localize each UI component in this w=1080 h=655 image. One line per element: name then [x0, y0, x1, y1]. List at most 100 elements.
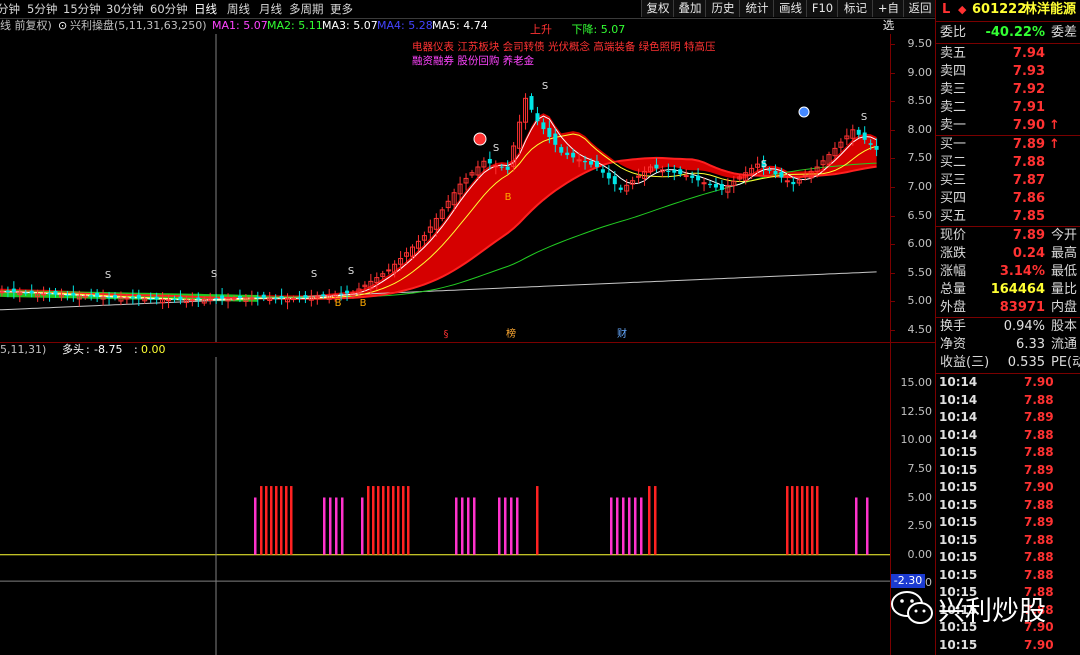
ask-price: 7.90	[1012, 118, 1045, 133]
toolbar-button-5[interactable]: F10	[806, 0, 838, 17]
sub-tick-3: 7.50	[907, 461, 933, 475]
candle-body	[255, 296, 260, 299]
sell-marker: S	[311, 269, 317, 280]
candle-body	[29, 290, 34, 294]
period-label: 线 前复权)	[0, 19, 52, 32]
period-toolbar: 分钟 5分钟 15分钟 30分钟 60分钟 日线 周线 月线 多周期 更多 复权 叠加 历史 统计 画线 F1…	[0, 0, 936, 32]
tick-time: 10:15	[939, 515, 978, 529]
tick-time: 10:14	[939, 392, 978, 407]
candle-body	[505, 166, 510, 170]
formula-name[interactable]: 兴利操盘(5,11,31,63,250)	[70, 18, 207, 34]
sub-value: -8.75	[94, 343, 123, 356]
candle-body	[214, 297, 219, 299]
period-tab-3[interactable]: 30分钟	[106, 1, 144, 17]
period-tab-7[interactable]: 月线	[259, 1, 282, 17]
candle-body	[172, 298, 177, 301]
sub-value2: 0.00	[141, 343, 166, 356]
signal-bar	[341, 497, 344, 555]
buy-marker: B	[335, 298, 342, 309]
ma-value-5: MA5: 4.74	[432, 19, 488, 32]
candle-body	[606, 172, 611, 179]
candle-body	[386, 269, 392, 272]
period-tab-8[interactable]: 多周期	[289, 1, 324, 17]
stat-label: 总量	[940, 282, 967, 297]
candle-body	[784, 180, 790, 183]
sub-indicator-chart[interactable]	[0, 357, 890, 655]
candle-body	[89, 295, 94, 297]
signal-bar	[806, 486, 809, 555]
stat-row-2: 涨幅 3.14% 最低	[936, 263, 1080, 281]
watermark-text: 兴利炒股	[938, 596, 1046, 627]
candle-body	[107, 297, 112, 299]
tick-time: 10:15	[939, 462, 978, 477]
signal-bar	[648, 486, 651, 555]
stat-value: 164464	[990, 282, 1045, 297]
stat2-ext-label: 流通	[1051, 337, 1078, 352]
tick-time: 10:15	[939, 550, 978, 564]
candle-body	[672, 170, 677, 173]
signal-bar	[397, 486, 400, 555]
tick-time: 10:14	[939, 375, 978, 389]
trend-band	[0, 113, 877, 299]
signal-bar	[260, 486, 263, 555]
chevron-down-icon[interactable]: ⊙	[58, 18, 67, 34]
sub-tick-6: 0.00	[907, 547, 933, 561]
stat-ext-label: 最高	[1051, 246, 1078, 261]
candle-body	[559, 147, 564, 153]
wei-bi-row: 委比 -40.22% 委差	[940, 25, 1078, 40]
stat-ext-label: 量比	[1051, 282, 1078, 297]
period-tab-0[interactable]: 分钟	[0, 1, 20, 17]
candle-body	[53, 290, 58, 295]
toolbar-button-8[interactable]: 返回	[903, 0, 936, 17]
period-tab-4[interactable]: 60分钟	[150, 1, 188, 17]
toolbar-button-0[interactable]: 复权	[641, 0, 674, 17]
candle-body	[339, 293, 344, 295]
sub-indicator-canvas	[0, 357, 890, 655]
buy-marker: B	[360, 298, 367, 309]
tick-time: 10:15	[939, 532, 978, 547]
bid-row-5: 买五 7.85	[936, 208, 1080, 226]
period-tab-5[interactable]: 日线	[194, 1, 217, 17]
period-tab-1[interactable]: 5分钟	[27, 1, 57, 17]
tick-row: 10:14 7.88	[936, 427, 1080, 445]
signal-bar	[504, 497, 507, 555]
stat2-row-2: 收益(三) 0.535 PE(动	[936, 354, 1080, 372]
period-tab-9[interactable]: 更多	[330, 1, 353, 17]
toolbar-button-6[interactable]: 标记	[837, 0, 873, 17]
candle-body	[303, 295, 308, 298]
sub-tick-0: 15.00	[900, 376, 933, 389]
tick-price: 7.88	[1024, 497, 1054, 512]
toolbar-button-1[interactable]: 叠加	[673, 0, 706, 17]
candle-body	[541, 122, 546, 130]
candle-body	[583, 160, 588, 163]
toolbar-button-4[interactable]: 画线	[773, 0, 807, 17]
bid-row-2: 买二 7.88	[936, 154, 1080, 172]
signal-bar	[280, 486, 283, 555]
buy-marker: B	[505, 192, 512, 203]
candle-body	[487, 158, 492, 164]
bid-price: 7.88	[1012, 155, 1045, 170]
tick-time: 10:15	[939, 567, 978, 582]
tick-row: 10:14 7.90	[936, 374, 1080, 392]
candle-body	[767, 169, 772, 171]
period-tab-6[interactable]: 周线	[227, 1, 250, 17]
candle-body	[868, 143, 873, 145]
price-tick-mark	[891, 301, 895, 303]
candlestick-chart[interactable]: S S S S S S S B B B S § 榜财 上升 下降: 5.07 电器仪表 江苏板块 会司转…	[0, 23, 890, 342]
candle-body	[130, 296, 135, 299]
ask-label: 卖二	[940, 100, 967, 115]
toolbar-button-2[interactable]: 历史	[705, 0, 740, 17]
signal-bar	[634, 497, 637, 555]
sub-tick-4: 5.00	[907, 490, 933, 504]
candle-body	[696, 175, 701, 181]
toolbar-button-3[interactable]: 统计	[739, 0, 774, 17]
signal-bar	[640, 497, 643, 555]
fall-value: 5.07	[600, 23, 626, 36]
signal-bar	[801, 486, 804, 555]
tick-row: 10:15 7.90	[936, 637, 1080, 655]
toolbar-button-7[interactable]: +自选	[872, 0, 904, 32]
ask-row-5: 卖五 7.94	[936, 45, 1080, 63]
stat-ext-label: 内盘	[1051, 300, 1078, 315]
candle-body	[874, 145, 879, 150]
period-tab-2[interactable]: 15分钟	[63, 1, 101, 17]
